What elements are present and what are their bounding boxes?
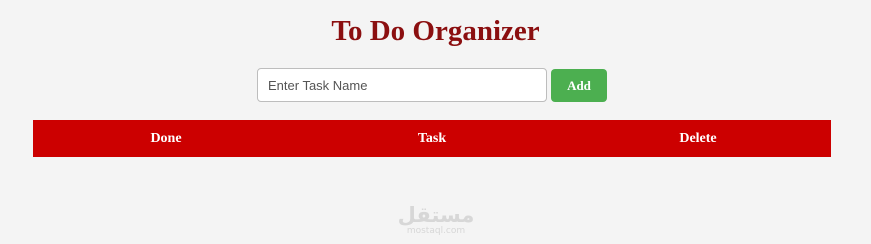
watermark: مستقل mostaql.com (396, 203, 476, 236)
task-name-input[interactable] (257, 68, 547, 102)
task-table-header: Done Task Delete (33, 120, 831, 157)
watermark-site: mostaql.com (406, 226, 466, 236)
add-task-button[interactable]: Add (551, 69, 607, 102)
page-title: To Do Organizer (331, 15, 540, 47)
column-header-delete: Delete (679, 130, 717, 146)
watermark-logo: مستقل (397, 203, 475, 227)
column-header-task: Task (417, 130, 447, 146)
column-header-done: Done (150, 130, 182, 146)
